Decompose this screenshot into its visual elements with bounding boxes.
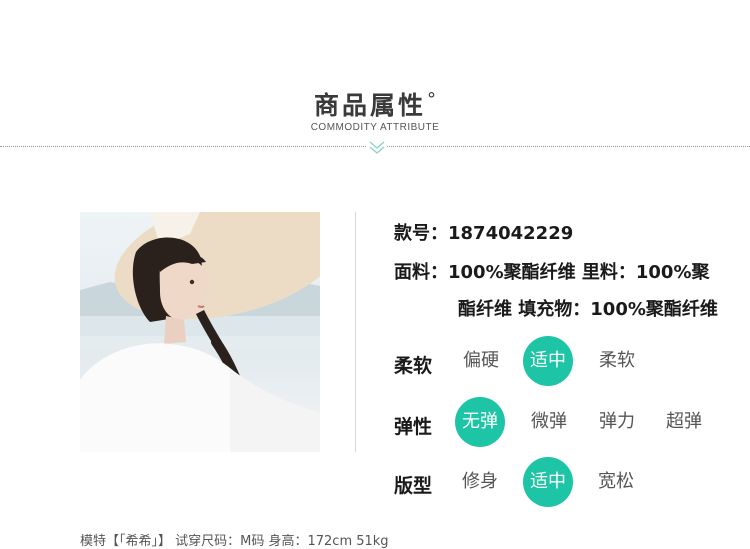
model-photo bbox=[80, 212, 320, 452]
fit-option-regular: 适中 bbox=[523, 457, 573, 507]
elasticity-option-super: 超弹 bbox=[666, 411, 702, 432]
fit-label: 版型 bbox=[394, 475, 433, 497]
section-title: 商品属性° bbox=[0, 86, 750, 122]
softness-option-hard: 偏硬 bbox=[463, 350, 499, 371]
softness-option-medium: 适中 bbox=[523, 336, 573, 386]
fabric-info-line2: 酯纤维 填充物：100%聚酯纤维 bbox=[458, 299, 718, 320]
section-title-text: 商品属性 bbox=[313, 91, 426, 120]
fit-option-slim: 修身 bbox=[462, 471, 498, 492]
elasticity-option-none: 无弹 bbox=[455, 397, 505, 447]
fabric-info-line1: 面料：100%聚酯纤维 里料：100%聚 bbox=[394, 262, 710, 283]
vertical-divider bbox=[355, 212, 356, 452]
softness-label: 柔软 bbox=[394, 355, 433, 377]
section-subtitle: COMMODITY ATTRIBUTE bbox=[310, 122, 440, 133]
softness-option-soft: 柔软 bbox=[599, 350, 635, 371]
elasticity-label: 弹性 bbox=[394, 416, 433, 438]
elasticity-option-slight: 微弹 bbox=[531, 411, 567, 432]
title-degree-mark: ° bbox=[427, 88, 436, 110]
fit-option-loose: 宽松 bbox=[598, 471, 634, 492]
elasticity-option-stretch: 弹力 bbox=[599, 411, 635, 432]
style-number: 款号：1874042229 bbox=[394, 223, 574, 244]
model-info: 模特【「希希」】 试穿尺码：M码 身高：172cm 51kg bbox=[80, 534, 389, 549]
chevron-down-icon bbox=[367, 140, 387, 156]
